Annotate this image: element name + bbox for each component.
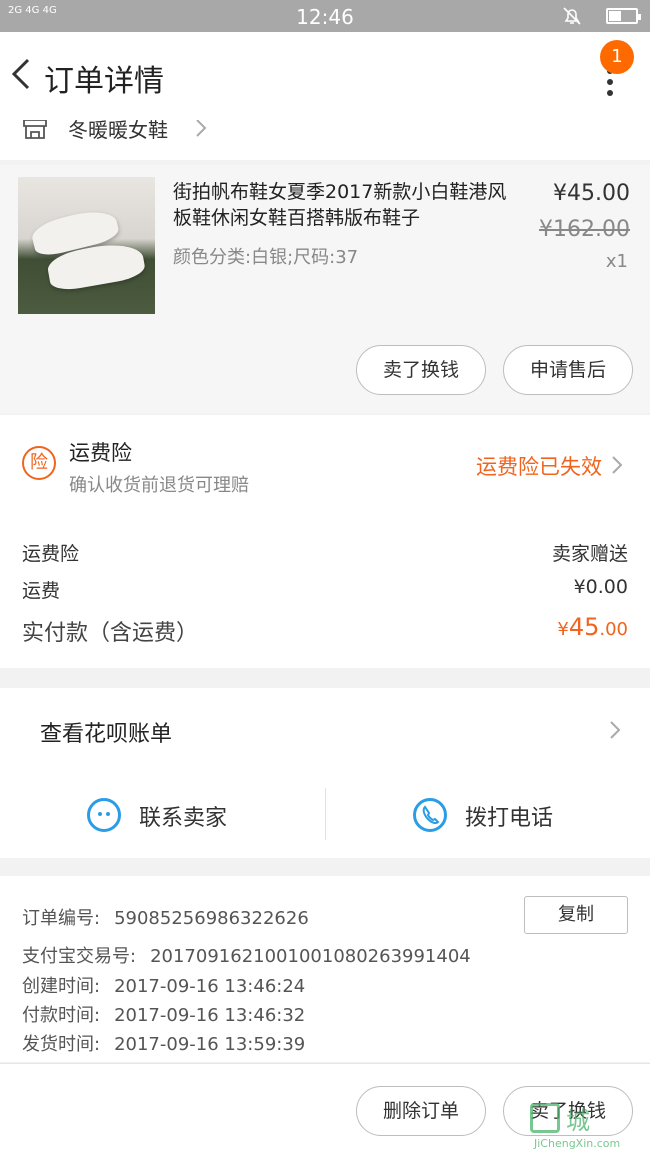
alipay-trade-row: 支付宝交易号: 2017091621001001080263991404 [22, 946, 471, 967]
product-original-price: ¥162.00 [539, 217, 630, 242]
chat-face-icon [87, 798, 121, 832]
chevron-right-icon [196, 120, 207, 137]
product-quantity: x1 [605, 251, 628, 272]
contact-row: 联系卖家 拨打电话 [0, 772, 650, 858]
delete-order-button[interactable]: 删除订单 [356, 1086, 486, 1136]
summary-label: 运费险 [22, 543, 80, 565]
status-bar: 2G 4G 4G 12:46 [0, 0, 650, 32]
shop-row[interactable]: 冬暖暖女鞋 [0, 120, 650, 160]
summary-row-paid: 实付款（含运费） ¥45.00 [22, 613, 628, 647]
insurance-title: 运费险 [69, 441, 132, 465]
order-number-row: 订单编号: 59085256986322626 [22, 908, 309, 929]
battery-icon [606, 8, 641, 24]
call-phone-button[interactable]: 拨打电话 [325, 772, 650, 858]
contact-seller-label: 联系卖家 [139, 806, 228, 831]
shop-name: 冬暖暖女鞋 [68, 120, 168, 142]
summary-value: ¥0.00 [573, 576, 628, 598]
paid-time-row: 付款时间: 2017-09-16 13:46:32 [22, 1005, 306, 1026]
page-title: 订单详情 [44, 64, 164, 99]
bell-off-icon [563, 7, 581, 25]
product-thumbnail[interactable] [18, 177, 155, 314]
watermark-logo: 城 JiChengXin.com [524, 1099, 644, 1151]
paid-label: 实付款（含运费） [22, 621, 199, 646]
copy-button[interactable]: 复制 [524, 896, 628, 934]
bottom-action-bar: 删除订单 卖了换钱 城 JiChengXin.com [0, 1063, 650, 1155]
after-sale-button[interactable]: 申请售后 [503, 345, 633, 395]
product-spec: 颜色分类:白银;尺码:37 [173, 247, 359, 268]
huabei-label: 查看花呗账单 [40, 722, 173, 747]
summary-label: 运费 [22, 580, 61, 602]
nav-bar: 订单详情 1 [0, 32, 650, 120]
insurance-subtitle: 确认收货前退货可理赔 [69, 475, 249, 496]
sell-for-cash-button[interactable]: 卖了换钱 [356, 345, 486, 395]
shipped-time-row: 发货时间: 2017-09-16 13:59:39 [22, 1034, 306, 1055]
phone-icon [413, 798, 447, 832]
notification-badge: 1 [600, 40, 634, 74]
status-icons [562, 6, 641, 26]
status-time: 12:46 [296, 5, 354, 29]
chevron-right-icon[interactable] [610, 453, 624, 477]
paid-amount: ¥45.00 [557, 613, 628, 641]
product-price: ¥45.00 [553, 181, 630, 206]
order-info-section: 复制 订单编号: 59085256986322626 支付宝交易号: 2017091… [0, 876, 650, 1062]
battery-fill [609, 11, 621, 21]
insurance-status[interactable]: 运费险已失效 [476, 451, 602, 481]
created-time-row: 创建时间: 2017-09-16 13:46:24 [22, 976, 306, 997]
more-menu-icon[interactable] [600, 68, 620, 108]
product-item[interactable]: 街拍帆布鞋女夏季2017新款小白鞋港风板鞋休闲女鞋百搭韩版布鞋子 颜色分类:白银… [0, 165, 650, 413]
huabei-bill-row[interactable]: 查看花呗账单 [0, 688, 650, 772]
back-arrow-icon[interactable] [6, 52, 36, 96]
insurance-section: 险 运费险 确认收货前退货可理赔 运费险已失效 运费险 卖家赠送 运费 ¥0.0… [0, 415, 650, 668]
summary-row-shipping: 运费 ¥0.00 [22, 576, 628, 603]
summary-value: 卖家赠送 [551, 543, 628, 565]
chevron-right-icon [610, 721, 621, 739]
insurance-icon: 险 [22, 446, 56, 480]
store-icon [23, 120, 47, 139]
contact-seller-button[interactable]: 联系卖家 [0, 772, 325, 858]
call-phone-label: 拨打电话 [465, 806, 554, 831]
summary-row-insurance: 运费险 卖家赠送 [22, 539, 628, 566]
product-title[interactable]: 街拍帆布鞋女夏季2017新款小白鞋港风板鞋休闲女鞋百搭韩版布鞋子 [173, 179, 513, 231]
